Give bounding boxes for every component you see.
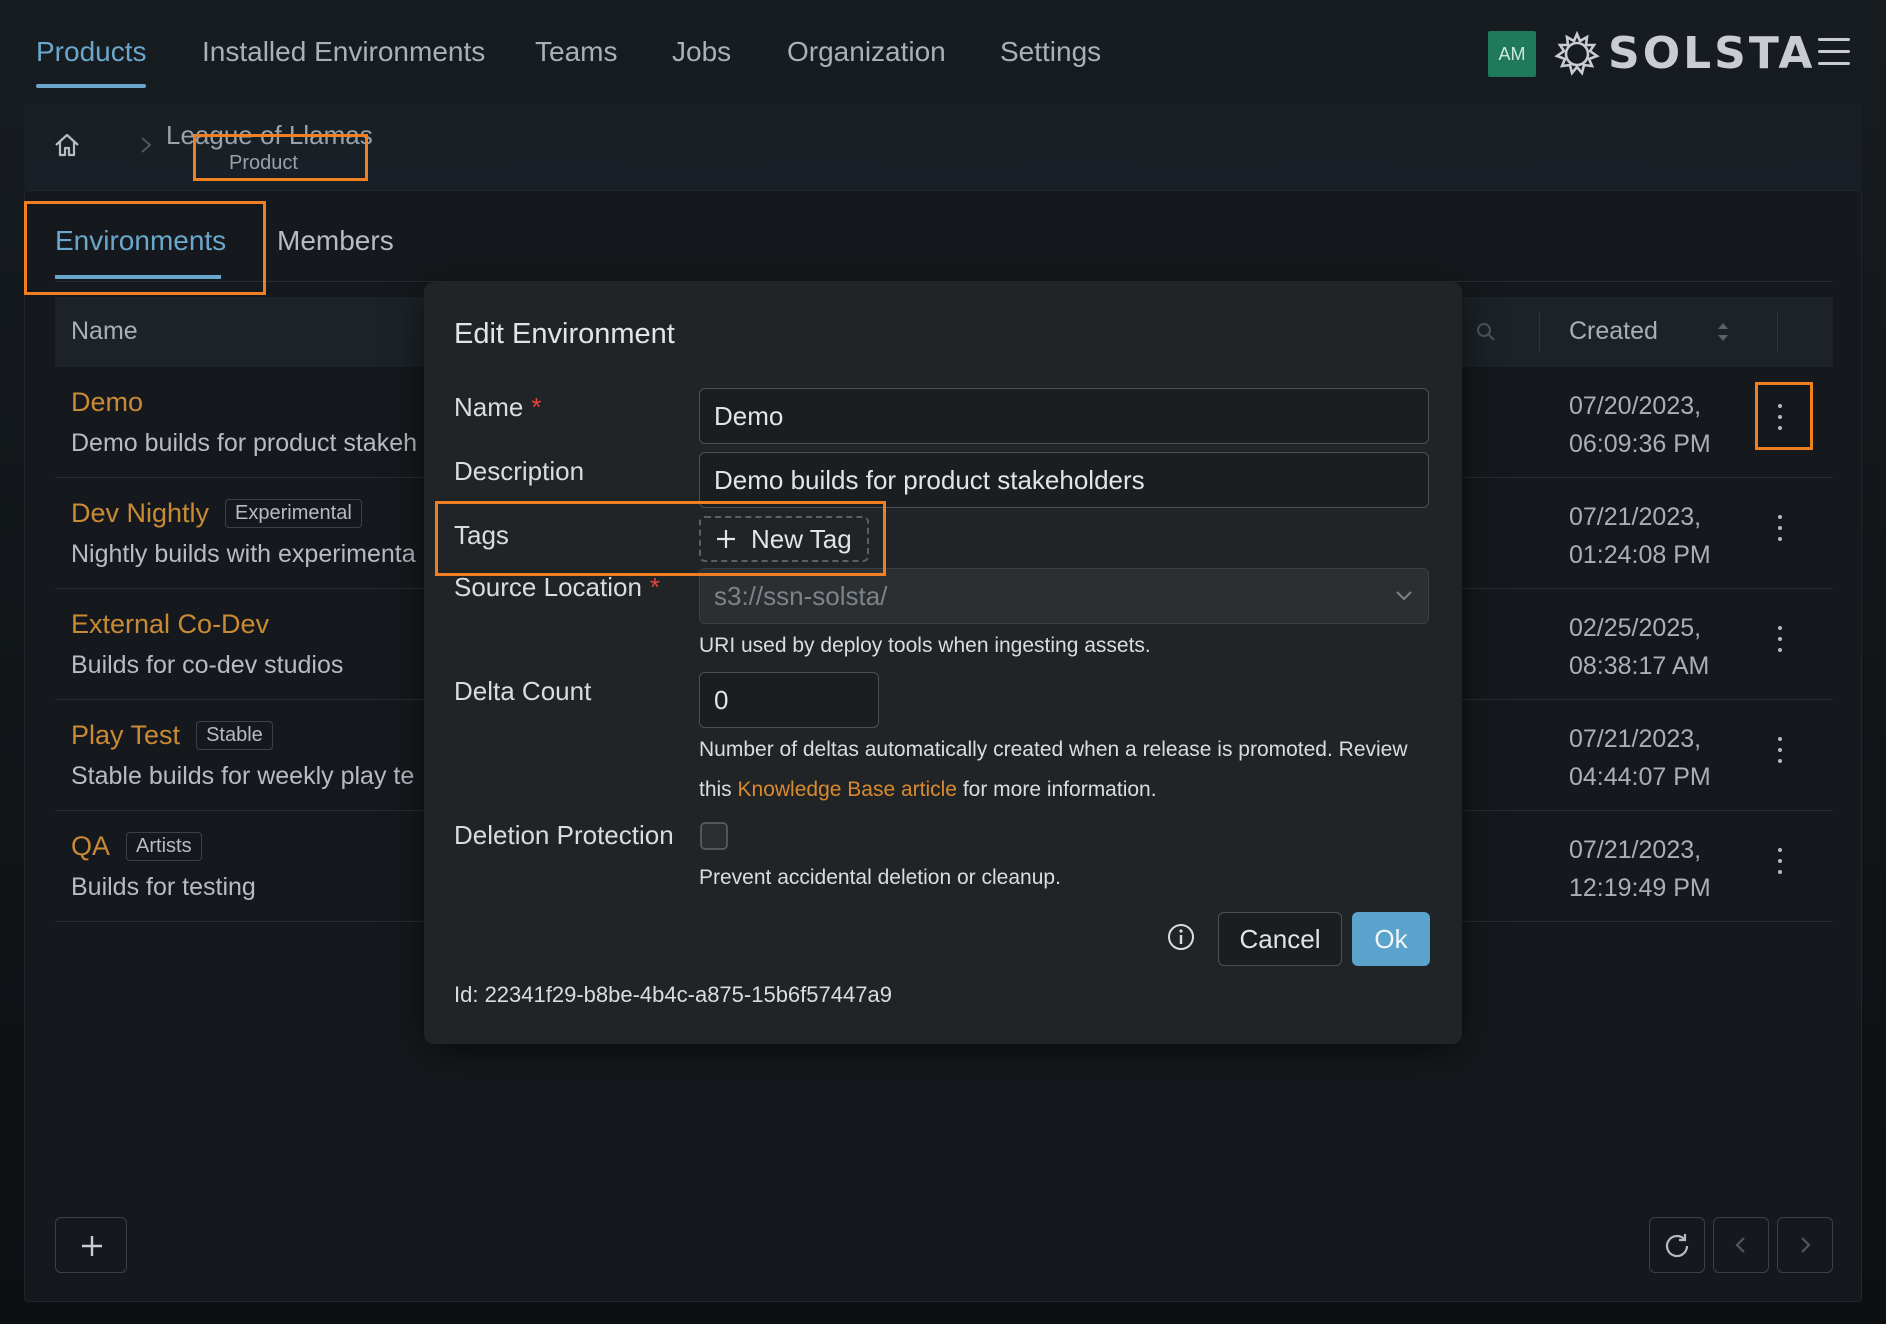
source-location-select: s3://ssn-solsta/: [699, 568, 1429, 624]
plus-icon: [82, 1236, 102, 1256]
required-asterisk: *: [649, 572, 661, 602]
chevron-down-icon: [1396, 591, 1412, 601]
dialog-title: Edit Environment: [454, 318, 675, 350]
user-avatar[interactable]: AM: [1488, 31, 1536, 77]
refresh-icon: [1665, 1234, 1689, 1258]
environment-description: Builds for co-dev studios: [71, 651, 344, 679]
column-divider: [1777, 311, 1778, 353]
deletion-protection-help: Prevent accidental deletion or cleanup.: [699, 866, 1061, 889]
tab-members[interactable]: Members: [277, 225, 394, 257]
environment-name-link[interactable]: QA Artists: [71, 831, 202, 862]
environment-description: Demo builds for product stakeh: [71, 429, 418, 457]
row-actions-kebab-icon[interactable]: [1773, 730, 1787, 776]
top-navigation: Products Installed Environments Teams Jo…: [0, 0, 1886, 100]
environment-description: Nightly builds with experimenta: [71, 540, 416, 568]
add-environment-button[interactable]: [55, 1217, 127, 1273]
environment-created-date: 02/25/2025, 08:38:17 AM: [1569, 614, 1710, 680]
name-label: Name *: [454, 392, 542, 422]
environment-tag-badge: Artists: [126, 832, 202, 861]
nav-products[interactable]: Products: [36, 36, 147, 68]
delta-count-help: Number of deltas automatically created w…: [699, 738, 1408, 801]
highlight-row-actions: [1755, 382, 1813, 450]
environment-created-date: 07/21/2023, 12:19:49 PM: [1569, 836, 1711, 902]
environment-id: Id: 22341f29-b8be-4b4c-a875-15b6f57447a9: [454, 982, 892, 1007]
environment-description: Stable builds for weekly play te: [71, 762, 415, 790]
knowledge-base-link[interactable]: Knowledge Base article: [738, 778, 957, 801]
environment-tag-badge: Stable: [196, 721, 273, 750]
environment-name-link[interactable]: Demo: [71, 387, 143, 418]
nav-active-indicator: [36, 84, 146, 88]
highlight-product-label: [193, 134, 368, 181]
column-header-created[interactable]: Created: [1569, 317, 1658, 346]
nav-jobs[interactable]: Jobs: [672, 36, 731, 68]
nav-teams[interactable]: Teams: [535, 36, 617, 68]
sun-logo-icon: [1554, 30, 1600, 76]
required-asterisk: *: [531, 392, 542, 422]
chevron-left-icon: [1735, 1237, 1745, 1253]
source-location-label: Source Location *: [454, 572, 661, 602]
sort-icon[interactable]: [1715, 317, 1731, 347]
environment-name-link[interactable]: Play Test Stable: [71, 720, 273, 751]
environment-name-link[interactable]: External Co-Dev: [71, 609, 269, 640]
home-icon[interactable]: [52, 130, 82, 160]
environment-created-date: 07/20/2023, 06:09:36 PM: [1569, 392, 1711, 458]
deletion-protection-checkbox[interactable]: [700, 822, 728, 850]
chevron-right-icon: [1801, 1237, 1811, 1253]
hamburger-menu-icon[interactable]: [1818, 38, 1850, 68]
info-icon[interactable]: [1166, 922, 1196, 952]
cancel-button[interactable]: Cancel: [1218, 912, 1342, 966]
row-actions-kebab-icon[interactable]: [1773, 841, 1787, 887]
nav-settings[interactable]: Settings: [1000, 36, 1101, 68]
nav-organization[interactable]: Organization: [787, 36, 946, 68]
environment-name-link[interactable]: Dev Nightly Experimental: [71, 498, 362, 529]
column-header-name[interactable]: Name: [71, 317, 138, 346]
deletion-protection-label: Deletion Protection: [454, 820, 674, 850]
delta-count-label: Delta Count: [454, 676, 592, 706]
row-actions-kebab-icon[interactable]: [1773, 508, 1787, 554]
environment-tag-badge: Experimental: [225, 499, 362, 528]
previous-page-button[interactable]: [1713, 1217, 1769, 1273]
delta-count-input[interactable]: 0: [699, 672, 879, 728]
solsta-logo[interactable]: SOLSTA: [1554, 28, 1815, 79]
column-divider: [1539, 311, 1540, 353]
logo-wordmark: SOLSTA: [1608, 28, 1816, 79]
environment-created-date: 07/21/2023, 04:44:07 PM: [1569, 725, 1711, 791]
environment-description: Builds for testing: [71, 873, 256, 901]
description-input[interactable]: Demo builds for product stakeholders: [699, 452, 1429, 508]
highlight-tags-field: [435, 501, 886, 576]
refresh-button[interactable]: [1649, 1217, 1705, 1273]
environment-created-date: 07/21/2023, 01:24:08 PM: [1569, 503, 1711, 569]
highlight-environments-tab: [24, 201, 266, 295]
ok-button[interactable]: Ok: [1352, 912, 1430, 966]
edit-environment-dialog: Edit Environment Name * Demo Description …: [424, 282, 1462, 1044]
name-input[interactable]: Demo: [699, 388, 1429, 444]
nav-installed-environments[interactable]: Installed Environments: [202, 36, 485, 68]
description-label: Description: [454, 456, 585, 486]
search-icon[interactable]: [1473, 319, 1499, 345]
row-actions-kebab-icon[interactable]: [1773, 619, 1787, 665]
chevron-right-icon: [141, 137, 152, 153]
next-page-button[interactable]: [1777, 1217, 1833, 1273]
source-location-help: URI used by deploy tools when ingesting …: [699, 634, 1151, 657]
